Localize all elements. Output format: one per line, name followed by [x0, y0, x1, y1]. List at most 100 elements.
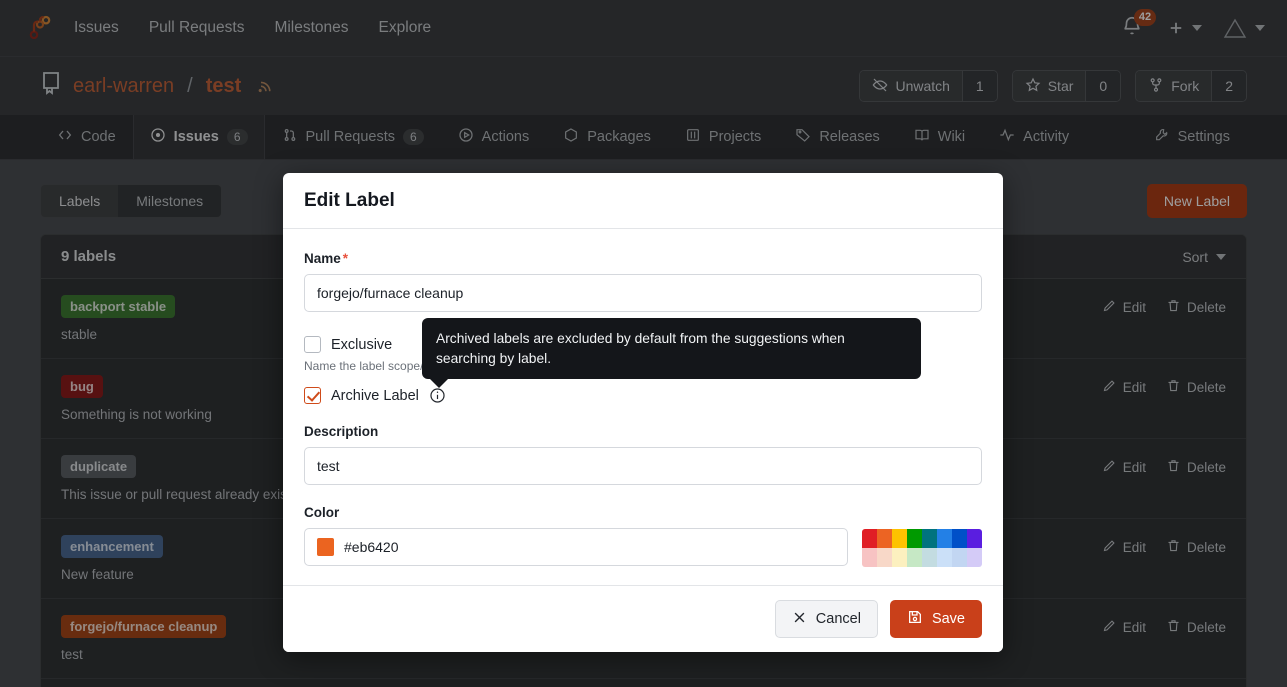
- label-chip[interactable]: forgejo/furnace cleanup: [61, 615, 226, 638]
- watch-count[interactable]: 1: [962, 71, 997, 101]
- delete-label-text: Delete: [1187, 380, 1226, 395]
- user-menu[interactable]: [1222, 15, 1265, 41]
- subtab-milestones[interactable]: Milestones: [118, 185, 221, 217]
- book-icon: [914, 127, 930, 147]
- fork-count[interactable]: 2: [1211, 71, 1246, 101]
- color-swatch[interactable]: [937, 548, 952, 567]
- star-label: Star: [1048, 78, 1074, 94]
- tab-projects[interactable]: Projects: [668, 115, 778, 159]
- label-operations: Edit Delete: [1102, 295, 1226, 316]
- tag-icon: [795, 127, 811, 147]
- edit-label-text: Edit: [1123, 380, 1146, 395]
- delete-label-button[interactable]: Delete: [1166, 618, 1226, 636]
- delete-label-text: Delete: [1187, 460, 1226, 475]
- tab-releases[interactable]: Releases: [778, 115, 896, 159]
- color-swatch[interactable]: [952, 548, 967, 567]
- tab-code[interactable]: Code: [40, 115, 133, 159]
- issue-opened-icon: [150, 127, 166, 147]
- chevron-down-icon: [1255, 25, 1265, 31]
- sort-dropdown[interactable]: Sort: [1182, 249, 1226, 265]
- color-swatch[interactable]: [952, 529, 967, 548]
- delete-label-button[interactable]: Delete: [1166, 538, 1226, 556]
- exclusive-checkbox[interactable]: [304, 336, 321, 353]
- color-swatch[interactable]: [922, 529, 937, 548]
- pencil-icon: [1102, 298, 1117, 316]
- star-button-group[interactable]: Star 0: [1012, 70, 1121, 102]
- color-swatch[interactable]: [862, 548, 877, 567]
- label-chip[interactable]: enhancement: [61, 535, 163, 558]
- cancel-button[interactable]: Cancel: [775, 600, 878, 638]
- color-swatch[interactable]: [907, 548, 922, 567]
- archive-label-text: Archive Label: [331, 388, 419, 404]
- color-swatch[interactable]: [922, 548, 937, 567]
- tab-actions[interactable]: Actions: [441, 115, 547, 159]
- repo-owner-link[interactable]: earl-warren: [73, 75, 174, 98]
- color-swatch[interactable]: [892, 529, 907, 548]
- archive-label-checkbox[interactable]: [304, 387, 321, 404]
- edit-label-button[interactable]: Edit: [1102, 618, 1146, 636]
- tab-settings[interactable]: Settings: [1137, 115, 1247, 159]
- forgejo-logo[interactable]: [22, 11, 56, 45]
- pencil-icon: [1102, 618, 1117, 636]
- tab-packages[interactable]: Packages: [546, 115, 668, 159]
- fork-label: Fork: [1171, 78, 1199, 94]
- color-swatch[interactable]: [862, 529, 877, 548]
- info-circle-icon[interactable]: [429, 387, 446, 404]
- color-swatch[interactable]: [877, 548, 892, 567]
- delete-label-button[interactable]: Delete: [1166, 298, 1226, 316]
- chevron-down-icon: [1192, 25, 1202, 31]
- tab-pull-requests[interactable]: Pull Requests 6: [265, 115, 441, 159]
- create-new-menu[interactable]: [1167, 19, 1202, 37]
- trash-icon: [1166, 378, 1181, 396]
- edit-label-button[interactable]: Edit: [1102, 298, 1146, 316]
- tab-settings-label: Settings: [1178, 129, 1230, 145]
- tab-activity[interactable]: Activity: [982, 115, 1086, 159]
- fork-button[interactable]: Fork: [1136, 71, 1211, 101]
- color-swatch[interactable]: [907, 529, 922, 548]
- rss-icon[interactable]: [258, 78, 274, 94]
- repo-header: earl-warren / test: [0, 57, 1287, 115]
- color-swatch[interactable]: [937, 529, 952, 548]
- nav-link-explore[interactable]: Explore: [379, 19, 432, 37]
- repo-separator: /: [187, 75, 193, 98]
- tab-pull-requests-count: 6: [403, 129, 424, 145]
- pencil-icon: [1102, 538, 1117, 556]
- label-description-input[interactable]: [304, 447, 982, 485]
- repo-name-link[interactable]: test: [206, 75, 242, 98]
- edit-label-button[interactable]: Edit: [1102, 458, 1146, 476]
- nav-link-issues[interactable]: Issues: [74, 19, 119, 37]
- color-swatch[interactable]: [967, 548, 982, 567]
- edit-label-button[interactable]: Edit: [1102, 538, 1146, 556]
- label-name-input[interactable]: [304, 274, 982, 312]
- fork-icon: [1148, 77, 1164, 96]
- notifications-button[interactable]: 42: [1121, 15, 1147, 41]
- fork-button-group[interactable]: Fork 2: [1135, 70, 1247, 102]
- label-chip[interactable]: duplicate: [61, 455, 136, 478]
- nav-link-pull-requests[interactable]: Pull Requests: [149, 19, 245, 37]
- tab-wiki[interactable]: Wiki: [897, 115, 982, 159]
- label-color-input[interactable]: #eb6420: [304, 528, 848, 566]
- color-swatch[interactable]: [967, 529, 982, 548]
- save-button[interactable]: Save: [890, 600, 982, 638]
- nav-link-milestones[interactable]: Milestones: [274, 19, 348, 37]
- unwatch-button[interactable]: Unwatch: [860, 71, 961, 101]
- edit-label-button[interactable]: Edit: [1102, 378, 1146, 396]
- star-count[interactable]: 0: [1085, 71, 1120, 101]
- watch-button-group[interactable]: Unwatch 1: [859, 70, 997, 102]
- color-swatch[interactable]: [877, 529, 892, 548]
- tab-actions-label: Actions: [482, 129, 530, 145]
- current-color-swatch[interactable]: [317, 538, 334, 556]
- delete-label-button[interactable]: Delete: [1166, 378, 1226, 396]
- archive-checkbox-row[interactable]: Archive Label: [304, 387, 982, 404]
- sort-label: Sort: [1182, 249, 1208, 265]
- subtab-labels[interactable]: Labels: [41, 185, 118, 217]
- label-chip[interactable]: backport stable: [61, 295, 175, 318]
- new-label-button[interactable]: New Label: [1147, 184, 1247, 218]
- edit-label-text: Edit: [1123, 300, 1146, 315]
- delete-label-button[interactable]: Delete: [1166, 458, 1226, 476]
- color-swatch[interactable]: [892, 548, 907, 567]
- tab-issues[interactable]: Issues 6: [133, 115, 265, 159]
- label-chip[interactable]: bug: [61, 375, 103, 398]
- star-button[interactable]: Star: [1013, 71, 1086, 101]
- repo-tab-bar: Code Issues 6 Pull Requests: [0, 115, 1287, 160]
